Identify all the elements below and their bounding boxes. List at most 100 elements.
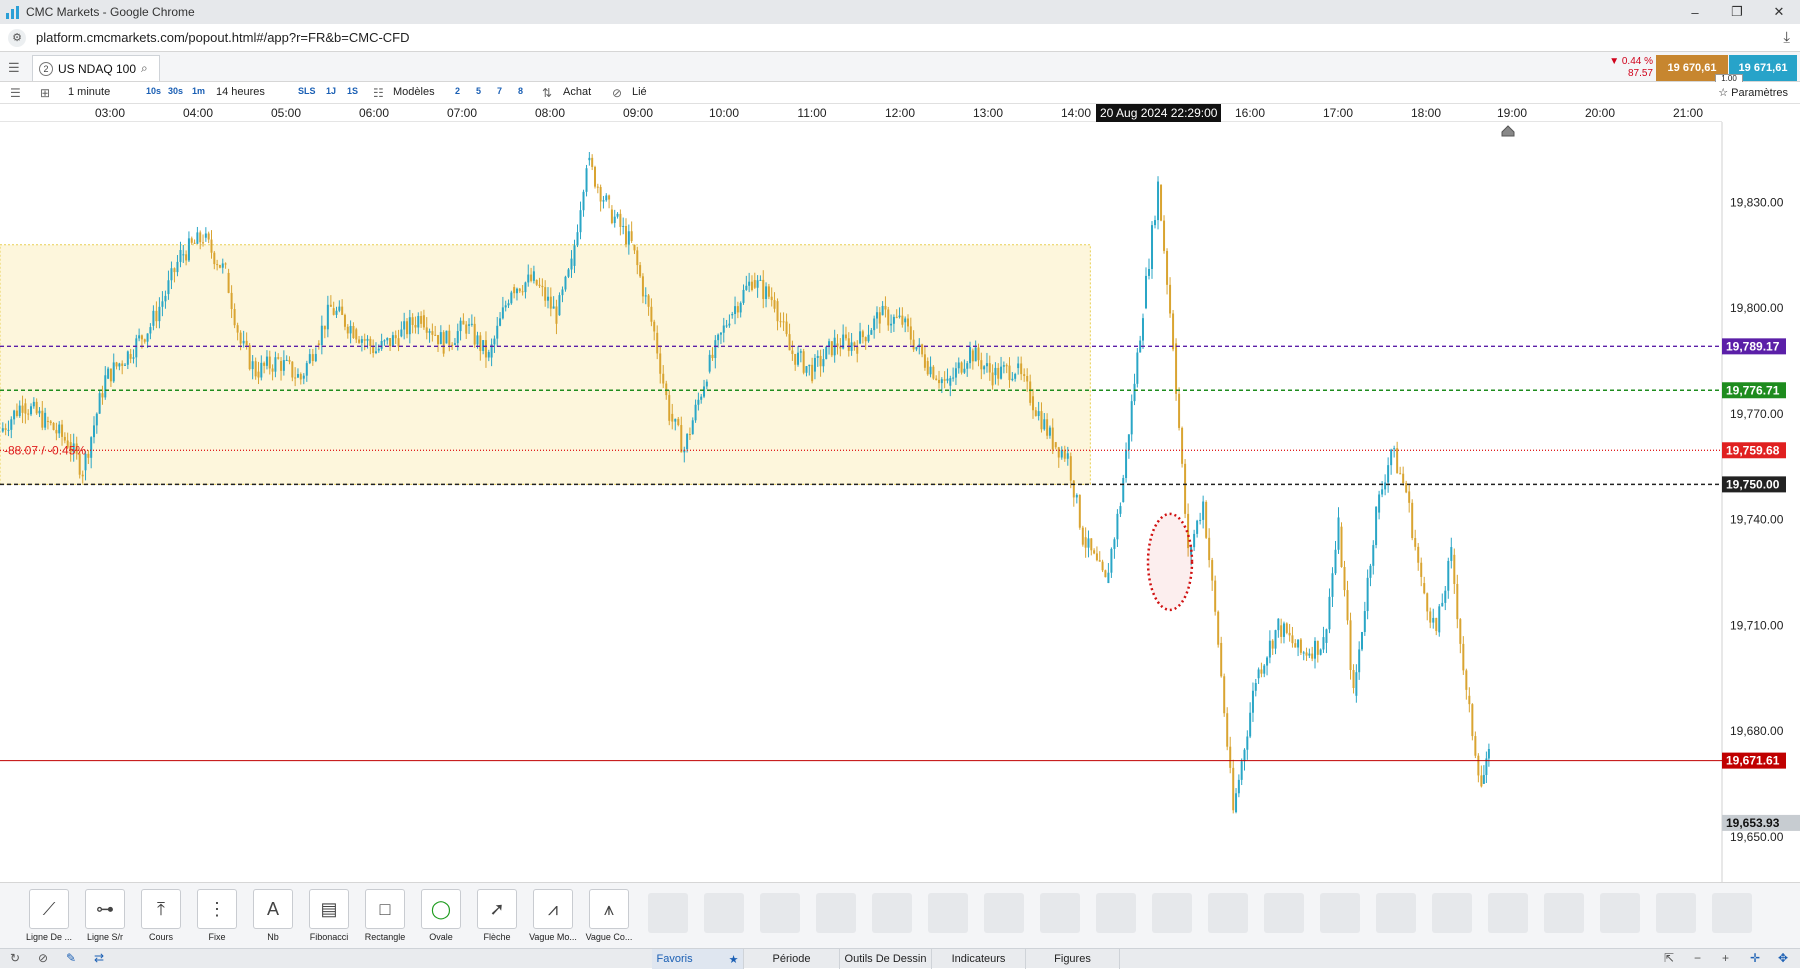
candle-body [593,166,596,187]
drawing-tool-button[interactable]: □ Rectangle [360,889,410,942]
candle-body [524,282,527,293]
settings-button[interactable]: ☆ Paramètres [1718,86,1788,99]
models-button[interactable]: Modèles [393,86,435,98]
candle-body [1110,548,1113,573]
layout-7[interactable]: 7 [497,86,502,96]
empty-tool-slot[interactable] [928,893,968,933]
candle-body [224,263,227,265]
download-icon[interactable]: ⤓ [1783,29,1790,46]
zoom-out-icon[interactable]: − [1694,951,1701,965]
drawing-tool-label: Fixe [208,932,226,942]
empty-tool-slot[interactable] [1320,893,1360,933]
interval-10s[interactable]: 10s [146,86,161,96]
tab-indicators[interactable]: Indicateurs [932,949,1026,969]
chart-canvas[interactable]: 19,650.00 19,680.00 19,710.00 19,740.00 19,7… [0,122,1800,882]
empty-tool-slot[interactable] [1488,893,1528,933]
drawing-tool-button[interactable]: A Nb [248,889,298,942]
fit-icon[interactable]: ⇱ [1664,951,1674,965]
buy-mode-button[interactable]: Achat [563,86,591,98]
layout-icon[interactable]: ⊞ [40,86,50,100]
menu-icon[interactable]: ☰ [8,60,20,76]
home-marker-icon [1501,125,1515,137]
layout-5[interactable]: 5 [476,86,481,96]
restore-button[interactable]: ❐ [1716,0,1758,24]
candle-body [207,233,210,240]
drawing-tool-button[interactable]: ⟋ Ligne De ... [24,889,74,942]
empty-tool-slot[interactable] [1712,893,1752,933]
search-icon[interactable]: ⌕ [141,61,148,76]
drawing-tool-button[interactable]: ➚ Flèche [472,889,522,942]
site-settings-icon[interactable]: ⚙ [8,28,26,47]
empty-tool-slot[interactable] [1152,893,1192,933]
candle-body [1098,560,1101,562]
candle-body [352,326,355,339]
sls-button[interactable]: SLS [298,86,316,96]
interval-select[interactable]: 1 minute [68,86,110,98]
layout-2[interactable]: 2 [455,86,460,96]
empty-tool-slot[interactable] [1376,893,1416,933]
instrument-tab[interactable]: 2 US NDAQ 100 ⌕ [32,55,160,81]
minimize-button[interactable]: – [1674,0,1716,24]
candle-body [459,320,462,332]
drawing-tool-button[interactable]: ⤒ Cours [136,889,186,942]
drawing-tool-button[interactable]: ▤ Fibonacci [304,889,354,942]
candle-body [176,261,179,273]
time-tick-label: 18:00 [1410,106,1442,120]
empty-tool-slot[interactable] [984,893,1024,933]
candle-body [785,321,788,335]
empty-tool-slot[interactable] [1096,893,1136,933]
tab-drawing-tools[interactable]: Outils De Dessin [840,949,932,969]
crosshair-icon[interactable]: ✛ [1750,951,1760,965]
empty-tool-slot[interactable] [1600,893,1640,933]
empty-tool-slot[interactable] [1264,893,1304,933]
period-1w[interactable]: 1S [347,86,358,96]
candle-body [135,338,138,358]
candle-body [104,375,107,398]
drawing-tool-button[interactable]: ◯ Ovale [416,889,466,942]
tab-favorites-label: Favoris [656,953,693,965]
refresh-icon[interactable]: ↻ [10,951,20,965]
empty-tool-slot[interactable] [1656,893,1696,933]
candle-body [770,296,773,301]
candle-body [596,186,599,188]
candle-body [442,332,445,354]
drawing-tool-button[interactable]: ⋮ Fixe [192,889,242,942]
price-chart[interactable]: 19,650.00 19,680.00 19,710.00 19,740.00 19,7… [0,122,1800,882]
empty-tool-slot[interactable] [704,893,744,933]
linked-button[interactable]: Lié [632,86,647,98]
empty-tool-slot[interactable] [1544,893,1584,933]
swap-icon[interactable]: ⇄ [94,951,104,965]
empty-tool-slot[interactable] [648,893,688,933]
candle-body [1308,653,1311,656]
interval-30s[interactable]: 30s [168,86,183,96]
empty-tool-slot[interactable] [816,893,856,933]
drawing-tool-button[interactable]: ⩘ Vague Mo... [528,889,578,942]
tab-figures[interactable]: Figures [1026,949,1120,969]
move-icon[interactable]: ✥ [1778,951,1788,965]
zoom-in-icon[interactable]: + [1722,951,1729,965]
close-button[interactable]: ✕ [1758,0,1800,24]
candle-body [360,339,363,343]
empty-tool-slot[interactable] [1208,893,1248,933]
candle-body [1101,561,1104,571]
block-icon[interactable]: ⊘ [38,951,48,965]
pencil-icon[interactable]: ✎ [66,951,76,965]
tab-period[interactable]: Période [744,949,840,969]
empty-tool-slot[interactable] [872,893,912,933]
empty-tool-slot[interactable] [1432,893,1472,933]
period-1d[interactable]: 1J [326,86,336,96]
fixed-tool-icon: ⋮ [197,889,237,929]
candle-body [1381,489,1384,495]
tab-favorites[interactable]: Favoris ★ [652,949,744,969]
list-icon[interactable]: ☰ [10,86,21,100]
empty-tool-slot[interactable] [760,893,800,933]
empty-tool-slot[interactable] [1040,893,1080,933]
drawing-tool-button[interactable]: ⩚ Vague Co... [584,889,634,942]
period-select[interactable]: 14 heures [216,86,265,98]
drawing-tool-button[interactable]: ⊶ Ligne S/r [80,889,130,942]
interval-1m[interactable]: 1m [192,86,205,96]
layout-8[interactable]: 8 [518,86,523,96]
candle-body [1254,682,1257,691]
url-text[interactable]: platform.cmcmarkets.com/popout.html#/app… [36,30,410,45]
candle-body [1136,352,1139,384]
